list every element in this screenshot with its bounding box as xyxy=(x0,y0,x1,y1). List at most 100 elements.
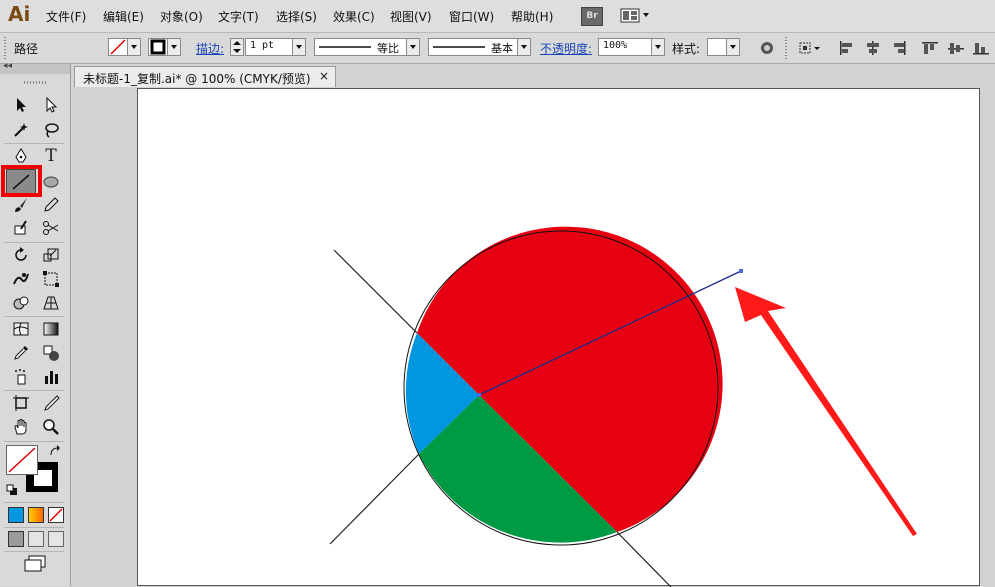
width-profile-select[interactable]: 等比 xyxy=(314,38,407,56)
screen-mode-icon[interactable] xyxy=(23,555,47,573)
stroke-dropdown[interactable] xyxy=(167,38,181,56)
column-graph-tool-icon[interactable] xyxy=(40,366,62,388)
draw-normal-icon[interactable] xyxy=(8,531,24,547)
tools-panel-grip[interactable] xyxy=(24,81,46,84)
slice-tool-icon[interactable] xyxy=(40,392,62,414)
align-left-icon[interactable] xyxy=(838,40,856,56)
menu-help[interactable]: 帮助(H) xyxy=(511,8,553,25)
tool-separator xyxy=(4,242,64,243)
close-icon[interactable]: × xyxy=(319,69,329,83)
selection-tool-icon[interactable] xyxy=(10,94,32,116)
pencil-tool-icon[interactable] xyxy=(40,194,62,216)
opacity-panel-link[interactable]: 不透明度: xyxy=(540,40,592,57)
brush-select[interactable]: 基本 xyxy=(428,38,518,56)
app-logo: Ai xyxy=(8,2,31,26)
tool-separator xyxy=(4,527,64,528)
artboard-tool-icon[interactable] xyxy=(10,392,32,414)
lasso-tool-icon[interactable] xyxy=(40,119,62,141)
ellipse-tool-icon[interactable] xyxy=(40,171,62,193)
menu-edit[interactable]: 编辑(E) xyxy=(103,8,144,25)
opacity-dropdown[interactable] xyxy=(651,38,665,56)
direct-selection-tool-icon[interactable] xyxy=(40,94,62,116)
profile-line-icon xyxy=(319,46,371,48)
blend-tool-icon[interactable] xyxy=(40,342,62,364)
menu-object[interactable]: 对象(O) xyxy=(160,8,203,25)
document-tab[interactable]: 未标题-1_复制.ai* @ 100% (CMYK/预览) × xyxy=(74,66,336,87)
control-bar-separator xyxy=(785,37,787,59)
pen-tool-icon[interactable] xyxy=(10,145,32,167)
menu-effect[interactable]: 效果(C) xyxy=(333,8,375,25)
menu-bar: Ai 文件(F) 编辑(E) 对象(O) 文字(T) 选择(S) 效果(C) 视… xyxy=(0,0,995,33)
gradient-tool-icon[interactable] xyxy=(40,318,62,340)
default-fill-stroke-icon[interactable] xyxy=(6,484,18,496)
brush-dropdown[interactable] xyxy=(517,38,531,56)
tools-panel: ◂◂ T xyxy=(0,61,71,586)
warp-tool-icon[interactable] xyxy=(10,268,32,290)
stroke-weight-dropdown[interactable] xyxy=(292,38,306,56)
align-top-icon[interactable] xyxy=(921,40,939,56)
paintbrush-tool-icon[interactable] xyxy=(10,194,32,216)
stroke-swatch[interactable] xyxy=(148,38,168,56)
profile-dropdown[interactable] xyxy=(406,38,420,56)
blob-brush-tool-icon[interactable] xyxy=(10,217,32,239)
line-anchor-end[interactable] xyxy=(739,269,743,273)
draw-behind-icon[interactable] xyxy=(28,531,44,547)
fill-color-proxy[interactable] xyxy=(6,445,38,475)
align-horizontal-center-icon[interactable] xyxy=(864,40,882,56)
none-mode-icon[interactable] xyxy=(48,507,64,523)
divider-line-lower-left[interactable] xyxy=(329,453,420,545)
collapse-panel-icon[interactable]: ◂◂ xyxy=(3,61,12,71)
graphic-style-dropdown[interactable] xyxy=(726,38,740,56)
shape-builder-tool-icon[interactable] xyxy=(10,292,32,314)
align-to-selection-icon[interactable] xyxy=(798,40,822,56)
control-bar-grip[interactable] xyxy=(4,37,6,59)
stroke-panel-link[interactable]: 描边: xyxy=(196,40,224,57)
symbol-sprayer-tool-icon[interactable] xyxy=(10,366,32,388)
stroke-weight-stepper[interactable] xyxy=(230,38,244,56)
brush-line-icon xyxy=(433,46,485,48)
recolor-artwork-icon[interactable] xyxy=(758,40,776,56)
mesh-tool-icon[interactable] xyxy=(10,318,32,340)
fill-swatch[interactable] xyxy=(108,38,128,56)
none-fill-icon xyxy=(110,39,126,55)
scissors-tool-icon[interactable] xyxy=(40,217,62,239)
opacity-field[interactable]: 100% xyxy=(598,38,652,56)
tools-panel-header[interactable]: ◂◂ xyxy=(0,61,70,74)
swap-fill-stroke-icon[interactable] xyxy=(48,444,62,458)
type-tool-icon[interactable]: T xyxy=(40,145,62,167)
align-bottom-icon[interactable] xyxy=(972,40,990,56)
brush-label: 基本 xyxy=(491,42,513,55)
line-anchor-start[interactable] xyxy=(477,393,481,397)
scale-tool-icon[interactable] xyxy=(40,244,62,266)
stroke-weight-field[interactable]: 1 pt xyxy=(245,38,293,56)
fill-dropdown[interactable] xyxy=(127,38,141,56)
divider-line-lower-right[interactable] xyxy=(616,531,672,587)
tool-separator xyxy=(4,390,64,391)
free-transform-tool-icon[interactable] xyxy=(40,268,62,290)
menu-view[interactable]: 视图(V) xyxy=(390,8,432,25)
tool-separator xyxy=(4,441,64,442)
stroke-color-icon xyxy=(150,39,166,55)
color-mode-icon[interactable] xyxy=(8,507,24,523)
zoom-tool-icon[interactable] xyxy=(40,416,62,438)
graphic-style-swatch[interactable] xyxy=(707,38,727,56)
artwork-canvas[interactable] xyxy=(138,89,981,587)
menu-file[interactable]: 文件(F) xyxy=(46,8,86,25)
workspace-layout-icon[interactable] xyxy=(620,7,652,24)
magic-wand-tool-icon[interactable] xyxy=(10,119,32,141)
hand-tool-icon[interactable] xyxy=(10,416,32,438)
bridge-button[interactable]: Br xyxy=(581,7,603,26)
align-vertical-center-icon[interactable] xyxy=(947,40,965,56)
gradient-mode-icon[interactable] xyxy=(28,507,44,523)
eyedropper-tool-icon[interactable] xyxy=(10,342,32,364)
style-label: 样式: xyxy=(672,42,701,56)
align-right-icon[interactable] xyxy=(890,40,908,56)
perspective-grid-tool-icon[interactable] xyxy=(40,292,62,314)
menu-select[interactable]: 选择(S) xyxy=(276,8,317,25)
menu-type[interactable]: 文字(T) xyxy=(218,8,259,25)
artboard[interactable] xyxy=(137,88,981,587)
divider-line-upper[interactable] xyxy=(333,249,418,334)
menu-window[interactable]: 窗口(W) xyxy=(449,8,494,25)
draw-inside-icon[interactable] xyxy=(48,531,64,547)
rotate-tool-icon[interactable] xyxy=(10,244,32,266)
